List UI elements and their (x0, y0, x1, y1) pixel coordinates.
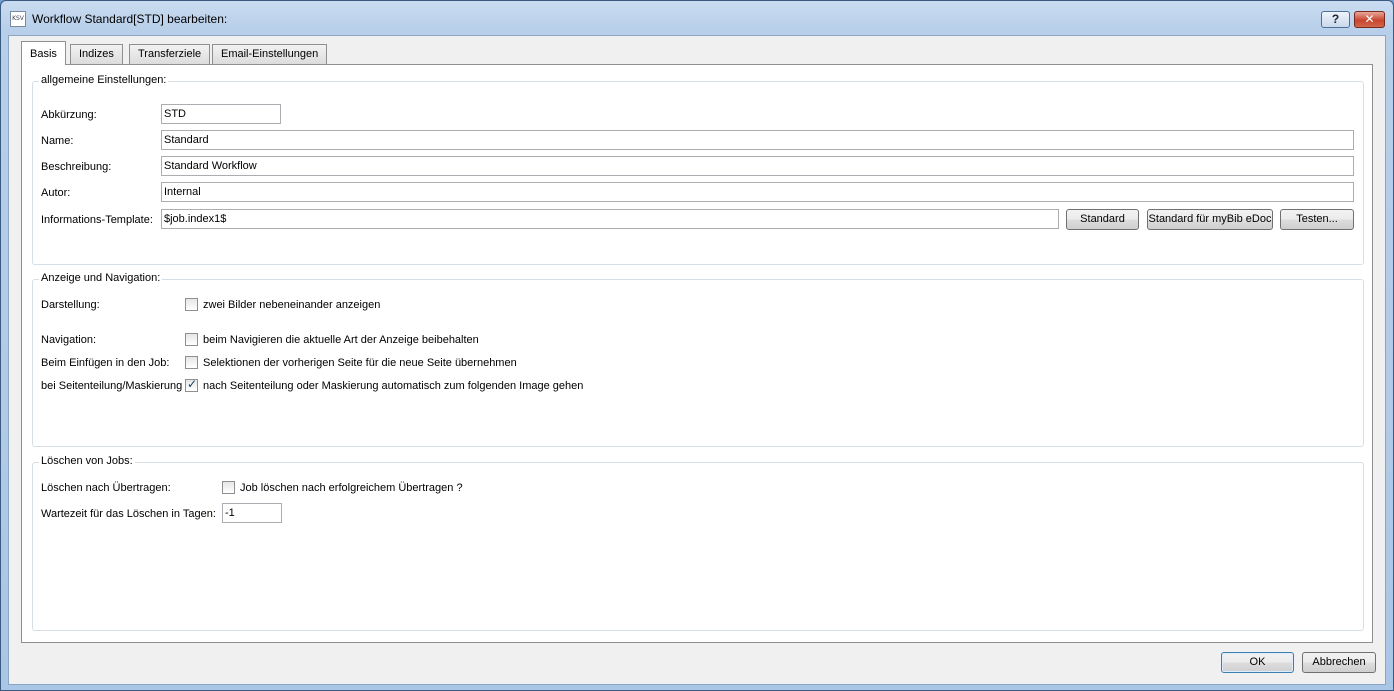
copy-selections-checkbox[interactable] (185, 356, 198, 369)
insert-job-label: Beim Einfügen in den Job: (41, 357, 170, 369)
delete-after-transfer-checkbox[interactable] (222, 481, 235, 494)
cancel-button[interactable]: Abbrechen (1302, 652, 1376, 673)
delete-jobs-group: Löschen von Jobs: Löschen nach Übertrage… (32, 455, 1364, 631)
general-settings-title: allgemeine Einstellungen: (39, 74, 169, 86)
title-bar[interactable]: KSV Workflow Standard[STD] bearbeiten: ?… (1, 1, 1393, 35)
two-images-checkbox-label[interactable]: zwei Bilder nebeneinander anzeigen (203, 299, 380, 311)
wait-days-field[interactable] (222, 503, 282, 523)
delete-after-transfer-checkbox-label[interactable]: Job löschen nach erfolgreichem Übertrage… (240, 482, 463, 494)
template-standard-button[interactable]: Standard (1066, 209, 1139, 230)
dialog-window: KSV Workflow Standard[STD] bearbeiten: ?… (0, 0, 1394, 691)
wait-days-label: Wartezeit für das Löschen in Tagen: (41, 508, 216, 520)
auto-next-image-checkbox-label[interactable]: nach Seitenteilung oder Maskierung autom… (203, 380, 583, 392)
window-title: Workflow Standard[STD] bearbeiten: (32, 12, 228, 26)
author-label: Autor: (41, 187, 71, 199)
two-images-checkbox[interactable] (185, 298, 198, 311)
keep-view-checkbox[interactable] (185, 333, 198, 346)
close-button[interactable]: ✕ (1354, 11, 1385, 28)
navigation-label: Navigation: (41, 334, 97, 346)
template-field[interactable] (161, 209, 1059, 229)
display-navigation-title: Anzeige und Navigation: (39, 272, 163, 284)
template-mybib-button[interactable]: Standard für myBib eDoc (1147, 209, 1273, 230)
page-split-label: bei Seitenteilung/Maskierung (41, 380, 183, 392)
display-mode-label: Darstellung: (41, 299, 100, 311)
abbreviation-field[interactable] (161, 104, 281, 124)
general-settings-group: allgemeine Einstellungen: Abkürzung: Nam… (32, 74, 1364, 265)
delete-after-transfer-label: Löschen nach Übertragen: (41, 482, 171, 494)
help-button[interactable]: ? (1321, 11, 1350, 28)
name-label: Name: (41, 135, 74, 147)
description-field[interactable] (161, 156, 1354, 176)
auto-next-image-checkbox[interactable]: ✓ (185, 377, 198, 392)
display-navigation-group: Anzeige und Navigation: Darstellung: zwe… (32, 272, 1364, 447)
template-label: Informations-Template: (41, 214, 153, 226)
tab-basis[interactable]: Basis (21, 41, 66, 65)
tab-transferziele[interactable]: Transferziele (129, 44, 211, 64)
abbreviation-label: Abkürzung: (41, 109, 97, 121)
tab-email-einstellungen[interactable]: Email-Einstellungen (212, 44, 328, 64)
author-field[interactable] (161, 182, 1354, 202)
keep-view-checkbox-label[interactable]: beim Navigieren die aktuelle Art der Anz… (203, 334, 479, 346)
tab-panel-basis: allgemeine Einstellungen: Abkürzung: Nam… (21, 64, 1373, 643)
copy-selections-checkbox-label[interactable]: Selektionen der vorherigen Seite für die… (203, 357, 517, 369)
ok-button[interactable]: OK (1221, 652, 1294, 673)
name-field[interactable] (161, 130, 1354, 150)
description-label: Beschreibung: (41, 161, 112, 173)
delete-jobs-title: Löschen von Jobs: (39, 455, 135, 467)
app-icon: KSV (10, 11, 26, 27)
check-mark-icon: ✓ (187, 377, 198, 391)
template-test-button[interactable]: Testen... (1280, 209, 1354, 230)
tab-indizes[interactable]: Indizes (70, 44, 123, 64)
dialog-client-area: Basis Indizes Transferziele Email-Einste… (8, 35, 1386, 685)
